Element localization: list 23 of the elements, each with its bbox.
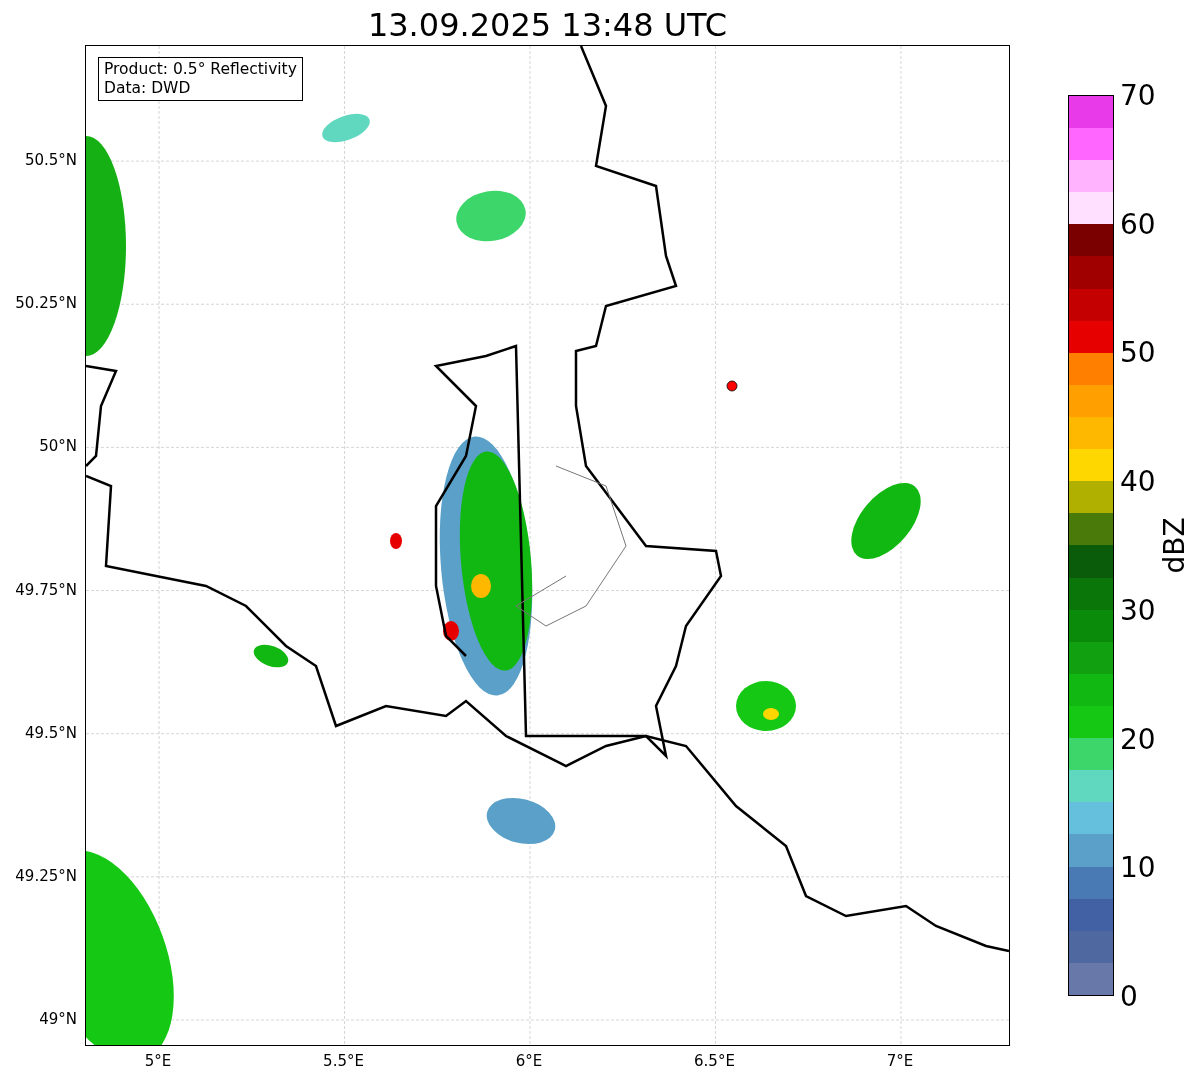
chart-title: 13.09.2025 13:48 UTC [366, 5, 729, 45]
colorbar-tick-label: 30 [1120, 593, 1156, 627]
latitude-label: 50.5°N [24, 151, 77, 170]
longitude-label: 7°E [886, 1052, 914, 1070]
colorbar-tick-label: 40 [1120, 464, 1156, 498]
longitude-label: 6°E [515, 1052, 543, 1070]
longitude-label: 6.5°E [694, 1052, 735, 1070]
latitude-label: 50.25°N [15, 294, 77, 313]
colorbar-tick-label: 0 [1120, 979, 1138, 1013]
latitude-label: 49.75°N [15, 580, 77, 599]
info-box: Product: 0.5° Reflectivity Data: DWD [98, 57, 303, 101]
colorbar-tick-label: 10 [1120, 850, 1156, 884]
longitude-label: 5°E [144, 1052, 172, 1070]
colorbar-tick-label: 60 [1120, 207, 1156, 241]
colorbar-tick-label: 70 [1120, 78, 1156, 112]
longitude-label: 5.5°E [323, 1052, 364, 1070]
latitude-label: 49.5°N [24, 723, 77, 742]
latitude-label: 49.25°N [15, 866, 77, 885]
colorbar-label: dBZ [1157, 517, 1191, 574]
latitude-label: 49°N [39, 1009, 77, 1028]
colorbar-tick-label: 20 [1120, 722, 1156, 756]
colorbar-tick-label: 50 [1120, 335, 1156, 369]
latitude-label: 50°N [39, 437, 77, 456]
